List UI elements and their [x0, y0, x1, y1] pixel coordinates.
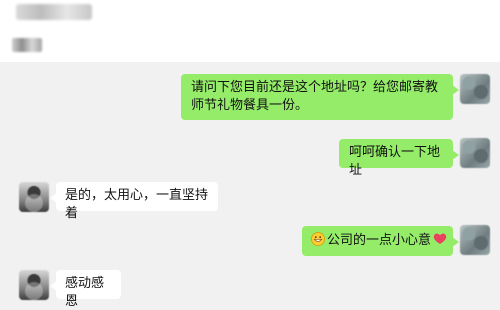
message-row-sent: 呵呵确认一下地址: [0, 128, 500, 178]
contact-avatar[interactable]: [460, 138, 490, 168]
message-row-sent: 请问下您目前还是这个地址吗？给您邮寄教师节礼物餐具一份。: [0, 62, 500, 128]
message-row-sent: 公司的一点小心意: [0, 218, 500, 266]
contact-avatar[interactable]: [19, 270, 49, 300]
message-bubble[interactable]: 是的，太用心，一直坚持着: [50, 182, 218, 221]
contact-avatar[interactable]: [460, 74, 490, 104]
heart-icon: [433, 233, 447, 245]
message-text: 公司的一点小心意: [327, 233, 432, 248]
chat-message-list[interactable]: 请问下您目前还是这个地址吗？给您邮寄教师节礼物餐具一份。 呵呵确认一下地址 是的…: [0, 62, 500, 310]
message-bubble[interactable]: 请问下您目前还是这个地址吗？给您邮寄教师节礼物餐具一份。: [181, 74, 459, 120]
chat-window: 请问下您目前还是这个地址吗？给您邮寄教师节礼物餐具一份。 呵呵确认一下地址 是的…: [0, 0, 500, 310]
message-bubble[interactable]: 公司的一点小心意: [302, 226, 459, 256]
message-bubble[interactable]: 呵呵确认一下地址: [339, 139, 459, 178]
message-row-received: 感动感恩: [0, 266, 500, 310]
blurred-title: [16, 4, 92, 20]
contact-avatar[interactable]: [460, 225, 490, 255]
grinning-face-icon: [311, 232, 325, 246]
message-bubble[interactable]: 感动感恩: [50, 270, 121, 309]
blurred-subtitle: [12, 38, 42, 52]
message-row-received: 是的，太用心，一直坚持着: [0, 170, 500, 221]
contact-avatar[interactable]: [19, 182, 49, 212]
chat-header: [0, 0, 500, 28]
